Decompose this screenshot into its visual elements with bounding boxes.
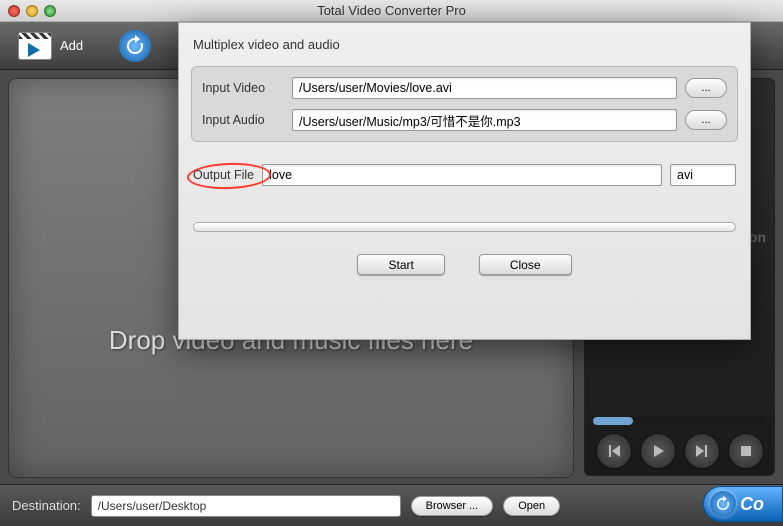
output-file-field[interactable] xyxy=(262,164,662,186)
start-button[interactable]: Start xyxy=(357,254,444,275)
refresh-button[interactable] xyxy=(119,30,151,62)
browser-button[interactable]: Browser ... xyxy=(411,496,494,516)
input-audio-label: Input Audio xyxy=(202,113,284,127)
input-video-field[interactable] xyxy=(292,77,677,99)
progress-bar xyxy=(193,222,736,232)
destination-label: Destination: xyxy=(12,498,81,513)
next-button[interactable] xyxy=(684,433,720,469)
window-title: Total Video Converter Pro xyxy=(0,3,783,18)
browse-audio-button[interactable]: ... xyxy=(685,110,727,130)
convert-refresh-icon xyxy=(710,491,736,517)
browse-video-button[interactable]: ... xyxy=(685,78,727,98)
seek-bar[interactable] xyxy=(593,417,766,425)
stop-button[interactable] xyxy=(728,433,764,469)
output-row: Output File xyxy=(193,164,736,186)
add-button-label: Add xyxy=(60,38,83,53)
convert-button-label: Co xyxy=(740,494,764,515)
clapboard-icon xyxy=(18,32,52,60)
dialog-actions: Start Close xyxy=(179,254,750,275)
play-button[interactable] xyxy=(640,433,676,469)
input-audio-row: Input Audio ... xyxy=(202,109,727,131)
bottom-bar: Destination: Browser ... Open Co xyxy=(0,484,783,526)
playback-controls xyxy=(585,433,774,469)
convert-button[interactable]: Co xyxy=(703,486,783,522)
output-extension-field[interactable] xyxy=(670,164,736,186)
open-button[interactable]: Open xyxy=(503,496,560,516)
output-file-label: Output File xyxy=(193,168,254,182)
output-file-label-text: Output File xyxy=(193,168,254,182)
input-video-label: Input Video xyxy=(202,81,284,95)
close-button[interactable]: Close xyxy=(479,254,572,275)
input-audio-field[interactable] xyxy=(292,109,677,131)
input-video-row: Input Video ... xyxy=(202,77,727,99)
input-group: Input Video ... Input Audio ... xyxy=(191,66,738,142)
destination-input[interactable] xyxy=(91,495,401,517)
multiplex-dialog: Multiplex video and audio Input Video ..… xyxy=(178,22,751,340)
add-button[interactable]: Add xyxy=(18,32,83,60)
window-titlebar: Total Video Converter Pro xyxy=(0,0,783,22)
dialog-title: Multiplex video and audio xyxy=(179,23,750,60)
prev-button[interactable] xyxy=(596,433,632,469)
